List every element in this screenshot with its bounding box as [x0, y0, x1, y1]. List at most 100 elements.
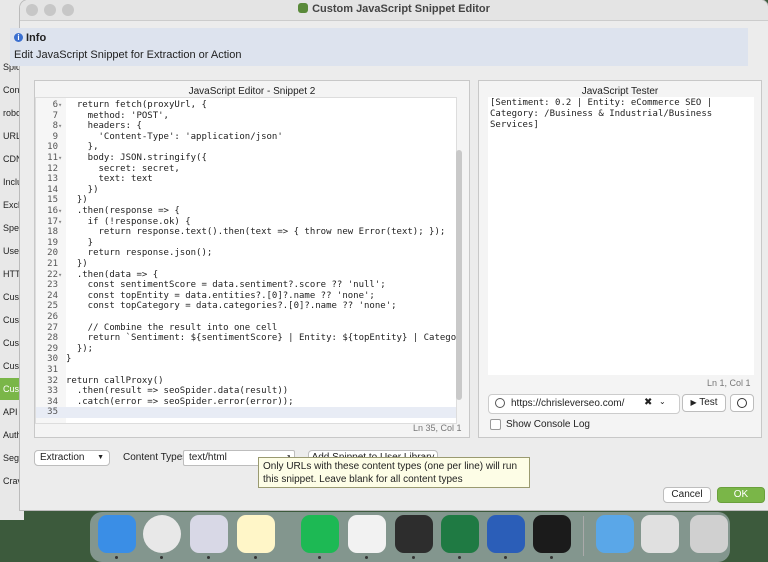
fold-arrow-icon[interactable]: ▾: [58, 153, 66, 164]
code-line: 7 method: 'POST',: [36, 111, 456, 122]
code-line: 28 return `Sentiment: ${sentimentScore} …: [36, 333, 456, 344]
screaming-frog-icon[interactable]: [395, 515, 433, 553]
code-line: 29 });: [36, 344, 456, 355]
tester-output-area[interactable]: [Sentiment: 0.2 | Entity: eCommerce SEO …: [488, 97, 754, 375]
running-indicator: [207, 556, 210, 559]
test-button-label: Test: [699, 397, 718, 408]
show-console-log-checkbox[interactable]: [490, 419, 501, 430]
code-text: });: [66, 343, 94, 354]
editor-cursor-position: Ln 35, Col 1: [413, 423, 462, 433]
code-text: // Combine the result into one cell: [66, 322, 278, 333]
code-text: return `Sentiment: ${sentimentScore} | E…: [66, 333, 457, 344]
code-line: 24 const topEntity = data.entities?.[0]?…: [36, 291, 456, 302]
line-number: 20: [47, 248, 58, 259]
screenshot-icon[interactable]: [641, 515, 679, 553]
code-text: const topEntity = data.entities?.[0]?.na…: [66, 290, 375, 301]
globe-icon: [737, 398, 747, 408]
window-title-text: Custom JavaScript Snippet Editor: [312, 3, 490, 15]
line-number: 23: [47, 280, 58, 291]
code-text: body: JSON.stringify({: [66, 153, 207, 163]
mode-select[interactable]: Extraction ▼: [34, 450, 110, 466]
code-line: 17▾ if (!response.ok) {: [36, 217, 456, 228]
fold-arrow-icon[interactable]: ▾: [58, 206, 66, 217]
spotify-icon[interactable]: [301, 515, 339, 553]
editor-scrollbar[interactable]: [456, 150, 462, 400]
code-line: 14 }): [36, 185, 456, 196]
line-number: 14: [47, 184, 58, 195]
running-indicator: [365, 556, 368, 559]
chrome-icon[interactable]: [143, 515, 181, 553]
line-number: 6: [52, 100, 58, 110]
code-line: 6▾ return fetch(proxyUrl, {: [36, 100, 456, 111]
code-editor[interactable]: 6▾ return fetch(proxyUrl, {7 method: 'PO…: [35, 97, 457, 424]
line-number: 24: [47, 290, 58, 301]
tester-output-text: [Sentiment: 0.2 | Entity: eCommerce SEO …: [490, 98, 713, 130]
code-text: },: [66, 142, 99, 153]
line-number: 29: [47, 343, 58, 354]
code-line: 21 }): [36, 259, 456, 270]
fold-arrow-icon[interactable]: ▾: [58, 121, 66, 132]
code-text: }): [66, 259, 88, 269]
code-line: 31: [36, 365, 456, 376]
code-text: }: [66, 354, 72, 365]
code-text: const sentimentScore = data.sentiment?.s…: [66, 280, 386, 291]
folder-icon[interactable]: [596, 515, 634, 553]
url-dropdown-icon[interactable]: ⌄: [659, 397, 666, 406]
line-number: 27: [47, 322, 58, 333]
trash-icon[interactable]: [690, 515, 728, 553]
cancel-button[interactable]: Cancel: [663, 487, 711, 503]
test-url-input[interactable]: https://chrisleverseo.com/ ✖ ⌄: [488, 394, 680, 414]
code-line: 8▾ headers: {: [36, 121, 456, 132]
line-number: 9: [52, 131, 58, 142]
code-text: }: [66, 237, 94, 248]
content-types-value: text/html: [189, 452, 227, 463]
window-title: Custom JavaScript Snippet Editor: [20, 3, 768, 15]
fold-arrow-icon[interactable]: ▾: [58, 100, 66, 111]
code-text: const topCategory = data.categories?.[0]…: [66, 301, 397, 312]
code-line: 33 .then(result => seoSpider.data(result…: [36, 386, 456, 397]
terminal-icon[interactable]: [533, 515, 571, 553]
code-line: 32 return callProxy(): [36, 376, 456, 387]
line-number: 10: [47, 142, 58, 153]
globe-icon: [495, 398, 505, 408]
code-line: 10 },: [36, 142, 456, 153]
line-number: 33: [47, 386, 58, 397]
running-indicator: [318, 556, 321, 559]
code-text: secret: secret,: [66, 163, 180, 174]
line-number: 25: [47, 301, 58, 312]
content-types-tooltip: Only URLs with these content types (one …: [258, 457, 530, 488]
line-number: 21: [47, 259, 58, 269]
running-indicator: [160, 556, 163, 559]
excel-icon[interactable]: [441, 515, 479, 553]
word-icon[interactable]: [487, 515, 525, 553]
test-button[interactable]: ▶ Test: [682, 394, 726, 412]
running-indicator: [254, 556, 257, 559]
finder-icon[interactable]: [98, 515, 136, 553]
line-number: 34: [47, 396, 58, 407]
play-icon: ▶: [690, 398, 697, 407]
code-text: if (!response.ok) {: [66, 216, 191, 227]
mode-select-value: Extraction: [40, 452, 85, 463]
notes-icon[interactable]: [237, 515, 275, 553]
code-line: 15 }): [36, 195, 456, 206]
fold-arrow-icon[interactable]: ▾: [58, 217, 66, 228]
code-line: 11▾ body: JSON.stringify({: [36, 153, 456, 164]
code-text: .then(result => seoSpider.data(result)): [66, 386, 289, 397]
content-types-label: Content Types: [123, 452, 188, 463]
clear-url-icon[interactable]: ✖: [644, 397, 652, 408]
tester-cursor-position: Ln 1, Col 1: [707, 378, 751, 388]
launchpad-icon[interactable]: [190, 515, 228, 553]
code-text: }): [66, 184, 99, 195]
chatgpt-icon[interactable]: [348, 515, 386, 553]
code-text: return response.json();: [66, 248, 213, 259]
info-title: Info: [26, 32, 47, 44]
code-line: 35: [36, 407, 456, 418]
browser-view-button[interactable]: [730, 394, 754, 412]
line-number: 19: [47, 237, 58, 248]
line-number: 16: [47, 206, 58, 216]
code-text: return fetch(proxyUrl, {: [66, 100, 207, 110]
tester-panel-title: JavaScript Tester: [581, 86, 659, 97]
code-text: headers: {: [66, 121, 142, 132]
fold-arrow-icon[interactable]: ▾: [58, 270, 66, 281]
ok-button[interactable]: OK: [717, 487, 765, 503]
